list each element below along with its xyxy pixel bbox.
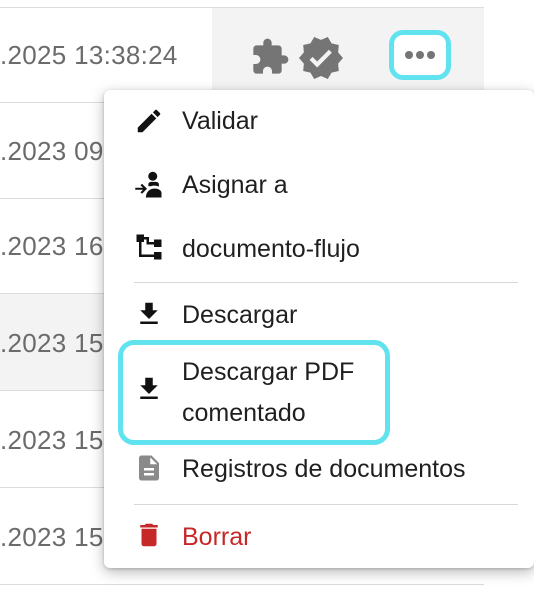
date-cell: .2025 13:38:24 [0, 40, 178, 70]
document-icon [134, 453, 164, 483]
download-icon [134, 374, 164, 404]
menu-item-descargar-pdf-comentado[interactable]: Descargar PDF comentado [104, 352, 534, 436]
pencil-icon [134, 106, 164, 136]
menu-item-registros[interactable]: Registros de documentos [104, 448, 534, 490]
workflow-icon [134, 232, 164, 262]
menu-item-descargar[interactable]: Descargar [104, 294, 534, 336]
menu-item-label-line2: comentado [182, 399, 306, 427]
verified-badge-icon[interactable] [297, 34, 345, 87]
date-cell: .2023 15 [0, 328, 104, 358]
menu-item-label: Asignar a [182, 171, 288, 199]
menu-item-documento-flujo[interactable]: documento-flujo [104, 228, 534, 270]
menu-item-label: documento-flujo [182, 235, 360, 263]
actions-menu: Validar Asignar a documento-flujo Descar… [104, 90, 534, 568]
menu-item-label: Descargar [182, 301, 298, 329]
date-cell: .2023 15 [0, 522, 104, 552]
more-options-button[interactable] [389, 30, 451, 80]
menu-divider [134, 504, 518, 505]
download-icon [134, 299, 164, 329]
menu-item-label: Borrar [182, 523, 252, 551]
menu-item-label: Validar [182, 107, 258, 135]
menu-divider [134, 282, 518, 283]
menu-item-label: Descargar PDF [182, 358, 355, 386]
menu-item-asignar[interactable]: Asignar a [104, 164, 534, 206]
date-cell: .2023 09 [0, 136, 104, 166]
date-cell: .2023 16 [0, 231, 104, 261]
menu-item-borrar[interactable]: Borrar [104, 516, 534, 558]
menu-item-label: Registros de documentos [182, 455, 466, 483]
assign-user-icon [134, 170, 164, 200]
trash-icon [134, 520, 164, 550]
date-cell: .2023 15 [0, 425, 104, 455]
more-horizontal-icon [405, 51, 435, 59]
puzzle-icon[interactable] [250, 37, 290, 82]
menu-item-validar[interactable]: Validar [104, 100, 534, 142]
